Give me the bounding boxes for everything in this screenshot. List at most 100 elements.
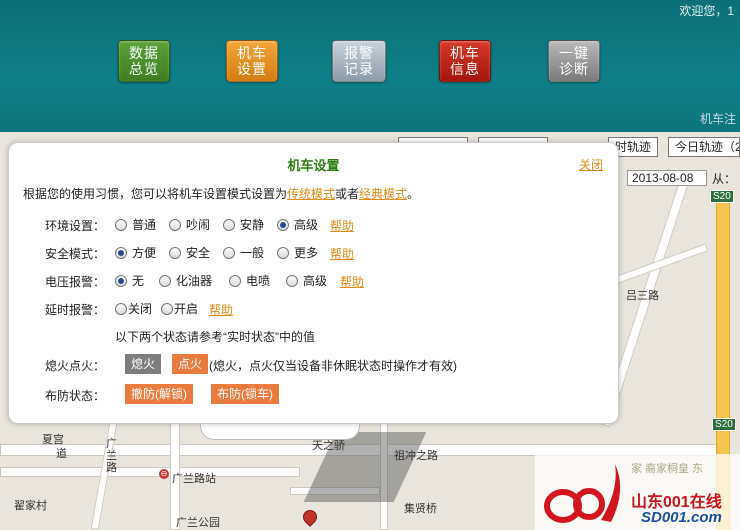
sec-option-safe[interactable]: 安全 — [169, 244, 210, 261]
ignition-on-button[interactable]: 点火 — [172, 354, 209, 374]
voltage-label: 电压报警： — [45, 275, 106, 289]
radio-icon[interactable] — [159, 274, 171, 287]
radio-icon[interactable] — [115, 218, 127, 231]
option-label: 高级 — [303, 274, 328, 288]
radio-icon[interactable] — [115, 246, 127, 259]
map-label: 翟家村 — [14, 500, 47, 512]
radio-icon[interactable] — [169, 246, 181, 259]
environment-label: 环境设置： — [45, 219, 106, 233]
voltage-alarm-row: 电压报警： 无 化油器 电喷 高级 帮助 — [9, 271, 618, 289]
arm-button[interactable]: 布防(锁车) — [211, 384, 279, 404]
sec-option-more[interactable]: 更多 — [277, 244, 318, 261]
today-track-button[interactable]: 今日轨迹（2 — [668, 137, 740, 157]
vehicle-settings-dialog: 机车设置 关闭 根据您的使用习惯，您可以将机车设置模式设置为传统模式或者经典模式… — [8, 142, 619, 424]
map-label: 道 — [56, 448, 67, 460]
watermark-url: SD001.com — [641, 509, 722, 526]
radio-icon[interactable] — [115, 302, 127, 315]
env-option-quiet[interactable]: 安静 — [223, 216, 264, 233]
map-label: 吕三路 — [626, 290, 659, 302]
volt-option-carburetor[interactable]: 化油器 — [159, 272, 212, 289]
option-label: 吵闹 — [186, 218, 211, 232]
status-note: 以下两个状态请参考“实时状态”中的值 — [115, 330, 315, 344]
security-label: 安全模式： — [45, 247, 106, 261]
classic-mode-link[interactable]: 经典模式 — [359, 187, 407, 201]
radio-icon[interactable] — [277, 218, 289, 231]
ignition-off-button[interactable]: 熄火 — [125, 354, 162, 374]
option-label: 方便 — [132, 246, 157, 260]
delay-help-link[interactable]: 帮助 — [209, 301, 233, 318]
option-label: 化油器 — [176, 274, 213, 288]
volt-option-advanced[interactable]: 高级 — [286, 272, 327, 289]
radio-icon[interactable] — [286, 274, 298, 287]
arming-label: 布防状态： — [45, 389, 106, 403]
radio-icon[interactable] — [223, 246, 235, 259]
map-label: 广兰路 — [106, 438, 117, 474]
date-input[interactable]: 2013-08-08 — [627, 170, 707, 186]
nav-one-click-diagnosis-button[interactable]: 一键 诊断 — [548, 40, 600, 82]
option-label: 更多 — [294, 246, 319, 260]
radio-icon[interactable] — [115, 274, 127, 287]
road-tag: S20 — [712, 418, 736, 431]
option-label: 安静 — [240, 218, 265, 232]
ignition-row: 熄火点火： 熄火 点火 (熄火，点火仅当设备非休眠状态时操作才有效) — [9, 354, 618, 376]
security-mode-row: 安全模式： 方便 安全 一般 更多 帮助 — [9, 243, 618, 261]
delay-label: 延时报警： — [45, 303, 106, 317]
map-label: 广兰路站 — [172, 473, 216, 485]
map-label: 集贤桥 — [404, 503, 437, 515]
radio-icon[interactable] — [223, 218, 235, 231]
option-label: 高级 — [294, 218, 319, 232]
map-label: 广兰公园 — [176, 517, 220, 529]
ignition-description: (熄火，点火仅当设备非休眠状态时操作才有效) — [209, 359, 457, 373]
option-label: 无 — [132, 274, 145, 288]
delay-option-off[interactable]: 关闭 — [115, 300, 152, 317]
location-pin-icon[interactable] — [300, 507, 320, 527]
delay-alarm-row: 延时报警： 关闭 开启 帮助 — [9, 299, 618, 317]
ignition-label: 熄火点火： — [45, 359, 106, 373]
map-label: 祖冲之路 — [394, 450, 438, 462]
option-label: 安全 — [186, 246, 211, 260]
env-option-advanced[interactable]: 高级 — [277, 216, 318, 233]
intro-text: 根据您的使用习惯，您可以将机车设置模式设置为 — [23, 187, 288, 201]
delay-option-on[interactable]: 开启 — [161, 300, 198, 317]
nav-vehicle-info-button[interactable]: 机车 信息 — [439, 40, 491, 82]
site-watermark: 家 裔家桐皇 东 山东001在线 SD001.com — [535, 454, 740, 530]
nav-vehicle-settings-button[interactable]: 机车 设置 — [226, 40, 278, 82]
welcome-text: 欢迎您，1 — [679, 4, 734, 18]
sec-option-convenient[interactable]: 方便 — [115, 244, 156, 261]
nav-alarm-records-button[interactable]: 报警 记录 — [332, 40, 386, 82]
map-road — [0, 467, 300, 477]
radio-icon[interactable] — [161, 302, 173, 315]
nav-data-overview-button[interactable]: 数据 总览 — [118, 40, 170, 82]
intro-text: 。 — [407, 187, 420, 201]
volt-option-efi[interactable]: 电喷 — [229, 272, 270, 289]
environment-setting-row: 环境设置： 普通 吵闹 安静 高级 帮助 — [9, 215, 618, 233]
radio-icon[interactable] — [169, 218, 181, 231]
voltage-help-link[interactable]: 帮助 — [340, 273, 364, 290]
option-label: 普通 — [132, 218, 157, 232]
app-header: 欢迎您，1 数据 总览 机车 设置 报警 记录 机车 信息 一键 诊断 机车注 — [0, 0, 740, 132]
option-label: 关闭 — [128, 302, 153, 316]
road-tag: S20 — [710, 190, 734, 203]
metro-station-icon: ⊖ — [159, 469, 169, 479]
volt-option-none[interactable]: 无 — [115, 272, 144, 289]
env-option-normal[interactable]: 普通 — [115, 216, 156, 233]
traditional-mode-link[interactable]: 传统模式 — [287, 187, 335, 201]
dialog-intro: 根据您的使用习惯，您可以将机车设置模式设置为传统模式或者经典模式。 — [23, 185, 419, 202]
option-label: 开启 — [174, 302, 199, 316]
env-help-link[interactable]: 帮助 — [330, 217, 354, 234]
radio-icon[interactable] — [277, 246, 289, 259]
header-sub-label: 机车注 — [699, 112, 736, 126]
dialog-close-link[interactable]: 关闭 — [579, 156, 603, 173]
env-option-noisy[interactable]: 吵闹 — [169, 216, 210, 233]
watermark-logo — [544, 464, 621, 523]
option-label: 电喷 — [246, 274, 271, 288]
intro-text: 或者 — [335, 187, 360, 201]
dialog-title: 机车设置 — [287, 158, 340, 173]
sec-option-general[interactable]: 一般 — [223, 244, 264, 261]
security-help-link[interactable]: 帮助 — [330, 245, 354, 262]
watermark-top-text: 家 裔家桐皇 东 — [631, 463, 704, 475]
option-label: 一般 — [240, 246, 265, 260]
disarm-button[interactable]: 撤防(解锁) — [125, 384, 193, 404]
radio-icon[interactable] — [229, 274, 241, 287]
map-label: 天之骄 — [312, 440, 345, 452]
